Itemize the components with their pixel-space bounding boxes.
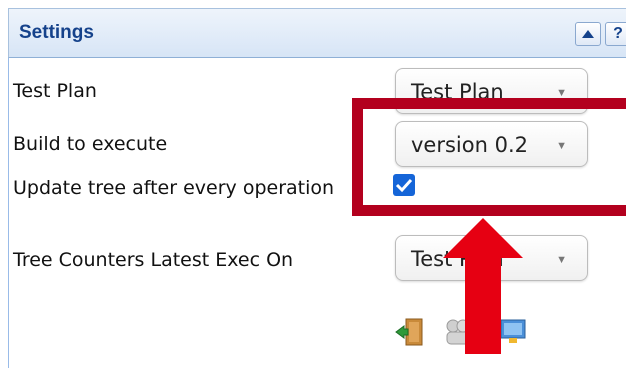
build-label: Build to execute [13,133,168,155]
triangle-up-icon [581,29,595,39]
help-button[interactable]: ? [605,22,626,46]
exit-door-icon[interactable] [394,316,426,353]
test-plan-label: Test Plan [13,80,97,102]
chevron-down-icon: ▼ [556,254,567,266]
update-tree-label: Update tree after every operation [13,177,335,199]
panel-header: Settings ? [8,8,626,58]
highlight-box [352,98,626,216]
settings-panel: Settings ? Test Plan Test Plan ▼ Build t… [0,0,626,368]
tree-counters-label: Tree Counters Latest Exec On [13,249,294,271]
help-icon: ? [613,25,623,42]
highlight-arrow-icon [443,218,523,359]
panel-title: Settings [19,22,94,43]
collapse-button[interactable] [575,22,601,46]
